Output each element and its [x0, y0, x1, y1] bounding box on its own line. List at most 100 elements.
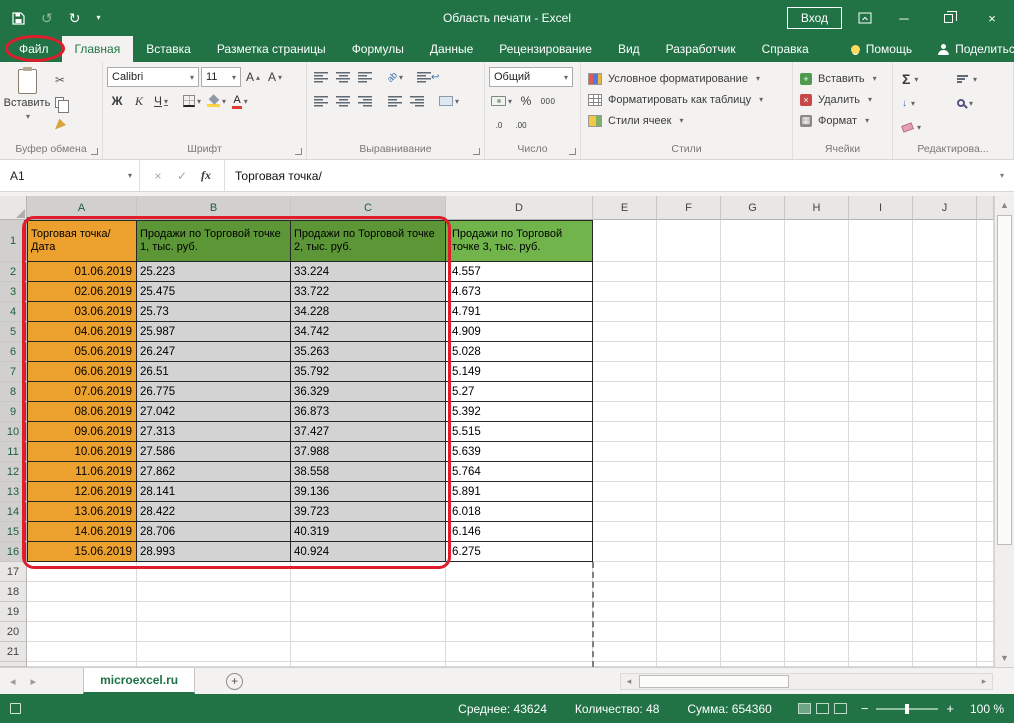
name-box[interactable]: A1▾ — [0, 160, 140, 191]
cell-B5[interactable]: 25.987 — [137, 322, 291, 342]
cell-F10[interactable] — [657, 422, 721, 442]
cell-D9[interactable]: 5.392 — [446, 402, 593, 422]
align-right-button[interactable] — [355, 91, 375, 111]
cell-D2[interactable]: 4.557 — [446, 262, 593, 282]
cell-stub-15[interactable] — [977, 522, 994, 542]
cell-A19[interactable] — [27, 602, 137, 622]
cell-F8[interactable] — [657, 382, 721, 402]
increase-indent-button[interactable] — [407, 91, 427, 111]
cell-stub-14[interactable] — [977, 502, 994, 522]
cell-A14[interactable]: 13.06.2019 — [27, 502, 137, 522]
cell-E11[interactable] — [593, 442, 657, 462]
cell-G12[interactable] — [721, 462, 785, 482]
ribbon-tab-reference[interactable]: Справка — [749, 36, 822, 62]
row-header-21[interactable]: 21 — [0, 642, 27, 662]
cell-H3[interactable] — [785, 282, 849, 302]
row-header-6[interactable]: 6 — [0, 342, 27, 362]
cell-D19[interactable] — [446, 602, 593, 622]
row-header-7[interactable]: 7 — [0, 362, 27, 382]
cell-G2[interactable] — [721, 262, 785, 282]
cell-E17[interactable] — [593, 562, 657, 582]
cell-A16[interactable]: 15.06.2019 — [27, 542, 137, 562]
column-header-H[interactable]: H — [785, 196, 849, 220]
cell-C6[interactable]: 35.263 — [291, 342, 446, 362]
cell-F11[interactable] — [657, 442, 721, 462]
cell-I18[interactable] — [849, 582, 913, 602]
cell-A8[interactable]: 07.06.2019 — [27, 382, 137, 402]
cell-H10[interactable] — [785, 422, 849, 442]
prev-sheet-arrow[interactable]: ◂ — [10, 675, 16, 688]
cell-stub-6[interactable] — [977, 342, 994, 362]
cell-A6[interactable]: 05.06.2019 — [27, 342, 137, 362]
cell-D1[interactable]: Продажи по Торговой точке 3, тыс. руб. — [446, 220, 593, 262]
cell-C7[interactable]: 35.792 — [291, 362, 446, 382]
cell-F7[interactable] — [657, 362, 721, 382]
column-header-G[interactable]: G — [721, 196, 785, 220]
cell-J17[interactable] — [913, 562, 977, 582]
formula-input[interactable]: Торговая точка/ — [225, 169, 990, 183]
cell-J10[interactable] — [913, 422, 977, 442]
comma-style-button[interactable]: 000 — [538, 91, 558, 111]
cell-F16[interactable] — [657, 542, 721, 562]
cell-F3[interactable] — [657, 282, 721, 302]
cell-G16[interactable] — [721, 542, 785, 562]
row-header-3[interactable]: 3 — [0, 282, 27, 302]
redo-button[interactable]: ↻ — [69, 11, 81, 25]
cell-G19[interactable] — [721, 602, 785, 622]
cell-H21[interactable] — [785, 642, 849, 662]
cell-F15[interactable] — [657, 522, 721, 542]
fill-button[interactable]: ↓▾ — [898, 98, 953, 109]
cell-C21[interactable] — [291, 642, 446, 662]
cell-B8[interactable]: 26.775 — [137, 382, 291, 402]
confirm-entry-button[interactable]: ✓ — [170, 169, 194, 183]
horizontal-scroll-thumb[interactable] — [639, 675, 789, 688]
decrease-font-size-button[interactable]: А▾ — [265, 67, 285, 87]
cell-F4[interactable] — [657, 302, 721, 322]
row-header-5[interactable]: 5 — [0, 322, 27, 342]
cell-B10[interactable]: 27.313 — [137, 422, 291, 442]
cell-C11[interactable]: 37.988 — [291, 442, 446, 462]
cell-D6[interactable]: 5.028 — [446, 342, 593, 362]
cell-stub-13[interactable] — [977, 482, 994, 502]
cell-I1[interactable] — [849, 220, 913, 262]
align-middle-button[interactable] — [333, 67, 353, 87]
cell-E6[interactable] — [593, 342, 657, 362]
cell-F17[interactable] — [657, 562, 721, 582]
row-header-1[interactable]: 1 — [0, 220, 27, 262]
ribbon-tab-file[interactable]: Файл — [6, 36, 62, 62]
cell-I17[interactable] — [849, 562, 913, 582]
cell-F13[interactable] — [657, 482, 721, 502]
column-header-D[interactable]: D — [446, 196, 593, 220]
zoom-percentage[interactable]: 100 % — [962, 702, 1004, 716]
ribbon-tab-data[interactable]: Данные — [417, 36, 486, 62]
cell-I2[interactable] — [849, 262, 913, 282]
row-header-8[interactable]: 8 — [0, 382, 27, 402]
cell-A1[interactable]: Торговая точка/ Дата — [27, 220, 137, 262]
cell-C18[interactable] — [291, 582, 446, 602]
cell-H4[interactable] — [785, 302, 849, 322]
cell-J21[interactable] — [913, 642, 977, 662]
column-header-E[interactable]: E — [593, 196, 657, 220]
cell-B2[interactable]: 25.223 — [137, 262, 291, 282]
cell-D4[interactable]: 4.791 — [446, 302, 593, 322]
column-header-A[interactable]: A — [27, 196, 137, 220]
cell-J18[interactable] — [913, 582, 977, 602]
sheet-tab-active[interactable]: microexcel.ru — [83, 668, 195, 694]
ribbon-tab-help[interactable]: Помощь — [838, 36, 925, 62]
cell-J12[interactable] — [913, 462, 977, 482]
cell-H18[interactable] — [785, 582, 849, 602]
cell-J1[interactable] — [913, 220, 977, 262]
cell-F18[interactable] — [657, 582, 721, 602]
accounting-format-button[interactable]: ▾ — [489, 91, 514, 111]
cell-I21[interactable] — [849, 642, 913, 662]
cell-stub-1[interactable] — [977, 220, 994, 262]
cell-C3[interactable]: 33.722 — [291, 282, 446, 302]
cell-G14[interactable] — [721, 502, 785, 522]
ribbon-display-options-button[interactable] — [858, 12, 872, 24]
new-sheet-button[interactable]: + — [226, 673, 243, 690]
paste-button[interactable]: Вставить ▾ — [3, 65, 51, 143]
cell-B16[interactable]: 28.993 — [137, 542, 291, 562]
zoom-slider[interactable] — [876, 708, 938, 710]
cell-F1[interactable] — [657, 220, 721, 262]
zoom-in-button[interactable]: + — [946, 702, 954, 715]
